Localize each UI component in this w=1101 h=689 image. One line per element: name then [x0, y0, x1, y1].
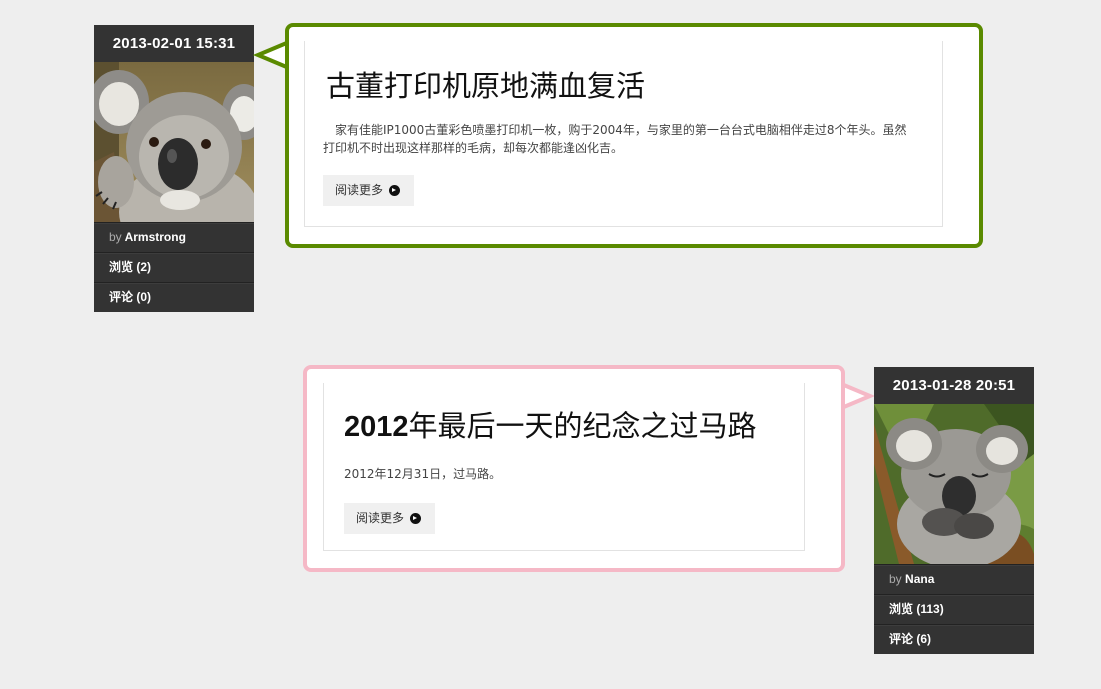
post-excerpt: 家有佳能IP1000古董彩色喷墨打印机一枚，购于2004年，与家里的第一台台式电… [323, 123, 907, 155]
post-title[interactable]: 2012年最后一天的纪念之过马路 [344, 403, 757, 445]
author-link[interactable]: Nana [905, 572, 934, 586]
sleeping-koala-photo[interactable] [874, 404, 1034, 564]
post-views: 浏览 (2) [94, 252, 254, 282]
author-link[interactable]: Armstrong [125, 230, 186, 244]
read-more-label: 阅读更多 [356, 511, 405, 525]
circle-arrow-right-icon [410, 513, 422, 524]
post-body: 古董打印机原地满血复活 家有佳能IP1000古董彩色喷墨打印机一枚，购于2004… [304, 41, 943, 227]
views-count: 浏览 (113) [889, 602, 944, 616]
post-title-text: 年最后一天的纪念之过马路 [408, 409, 757, 443]
post-meta-2: 2013-01-28 20:51 by Nana 浏览 (113) 评论 (6) [874, 367, 1034, 654]
post-title-year: 2012 [344, 411, 409, 443]
read-more-label: 阅读更多 [335, 183, 384, 197]
post-author: by Armstrong [94, 222, 254, 252]
post-body: 2012年最后一天的纪念之过马路 2012年12月31日，过马路。 阅读更多 [323, 383, 805, 551]
post-date: 2013-01-28 20:51 [892, 377, 1016, 394]
views-count: 浏览 (2) [109, 260, 152, 274]
post-comments[interactable]: 评论 (6) [874, 624, 1034, 654]
koala-photo[interactable] [94, 62, 254, 222]
read-more-button[interactable]: 阅读更多 [344, 503, 436, 534]
post-author: by Nana [874, 564, 1034, 594]
post-card-1: 古董打印机原地满血复活 家有佳能IP1000古董彩色喷墨打印机一枚，购于2004… [285, 23, 983, 248]
post-comments[interactable]: 评论 (0) [94, 282, 254, 312]
comments-link[interactable]: 评论 (6) [889, 632, 931, 646]
author-prefix: by [889, 572, 902, 586]
comments-link[interactable]: 评论 (0) [109, 290, 151, 304]
read-more-button[interactable]: 阅读更多 [323, 175, 415, 206]
author-prefix: by [109, 230, 122, 244]
circle-arrow-right-icon [389, 185, 401, 196]
post-meta-1: 2013-02-01 15:31 by Armstrong 浏览 (2) 评论 … [94, 25, 254, 312]
post-title[interactable]: 古董打印机原地满血复活 [326, 63, 645, 105]
post-card-2: 2012年最后一天的纪念之过马路 2012年12月31日，过马路。 阅读更多 [303, 365, 845, 572]
post-views: 浏览 (113) [874, 594, 1034, 624]
post-excerpt: 2012年12月31日，过马路。 [344, 467, 502, 481]
post-date: 2013-02-01 15:31 [112, 35, 236, 52]
